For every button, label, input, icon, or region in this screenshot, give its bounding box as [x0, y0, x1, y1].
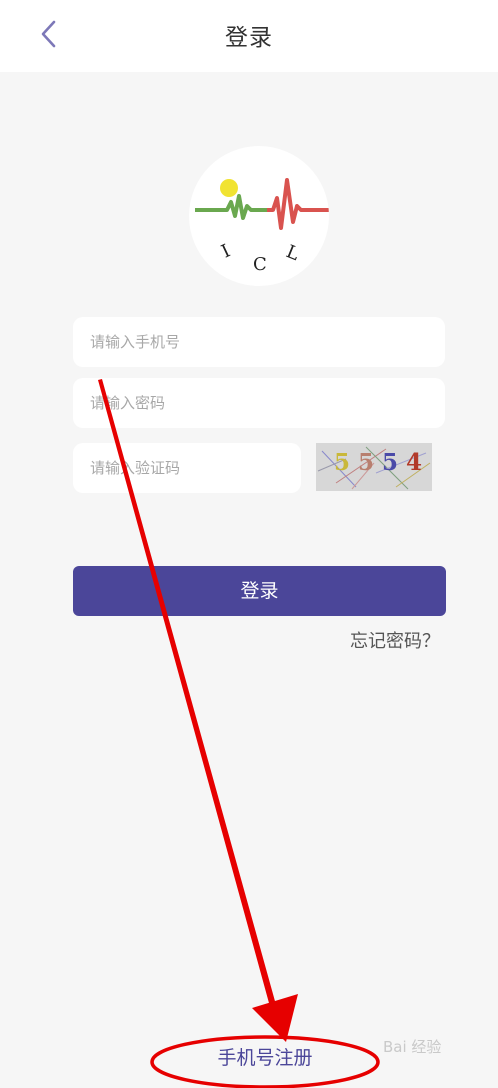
app-logo: I C L [189, 146, 329, 286]
top-bar: 登录 [0, 0, 498, 72]
forgot-password-link[interactable]: 忘记密码？ [350, 627, 440, 653]
phone-field[interactable] [73, 317, 445, 367]
phone-input[interactable] [88, 332, 430, 352]
login-button[interactable]: 登录 [73, 566, 446, 616]
logo-letter-l: L [283, 241, 302, 265]
logo-letter-i: I [218, 240, 233, 262]
password-field[interactable] [73, 378, 445, 428]
page-title: 登录 [225, 25, 273, 51]
captcha-digit: 5 [334, 449, 359, 476]
verification-code-input[interactable] [88, 458, 286, 478]
phone-register-link[interactable]: 手机号注册 [152, 1043, 378, 1070]
captcha-digit: 5 [358, 449, 383, 476]
captcha-digit: 5 [382, 449, 407, 476]
captcha-image[interactable]: 5554 [316, 443, 432, 491]
captcha-characters: 5554 [334, 449, 430, 476]
verification-code-field[interactable] [73, 443, 301, 493]
logo-letter-c: C [253, 254, 267, 275]
watermark: Bai 经验 [383, 1038, 442, 1056]
password-input[interactable] [88, 393, 430, 413]
captcha-digit: 4 [406, 449, 431, 476]
